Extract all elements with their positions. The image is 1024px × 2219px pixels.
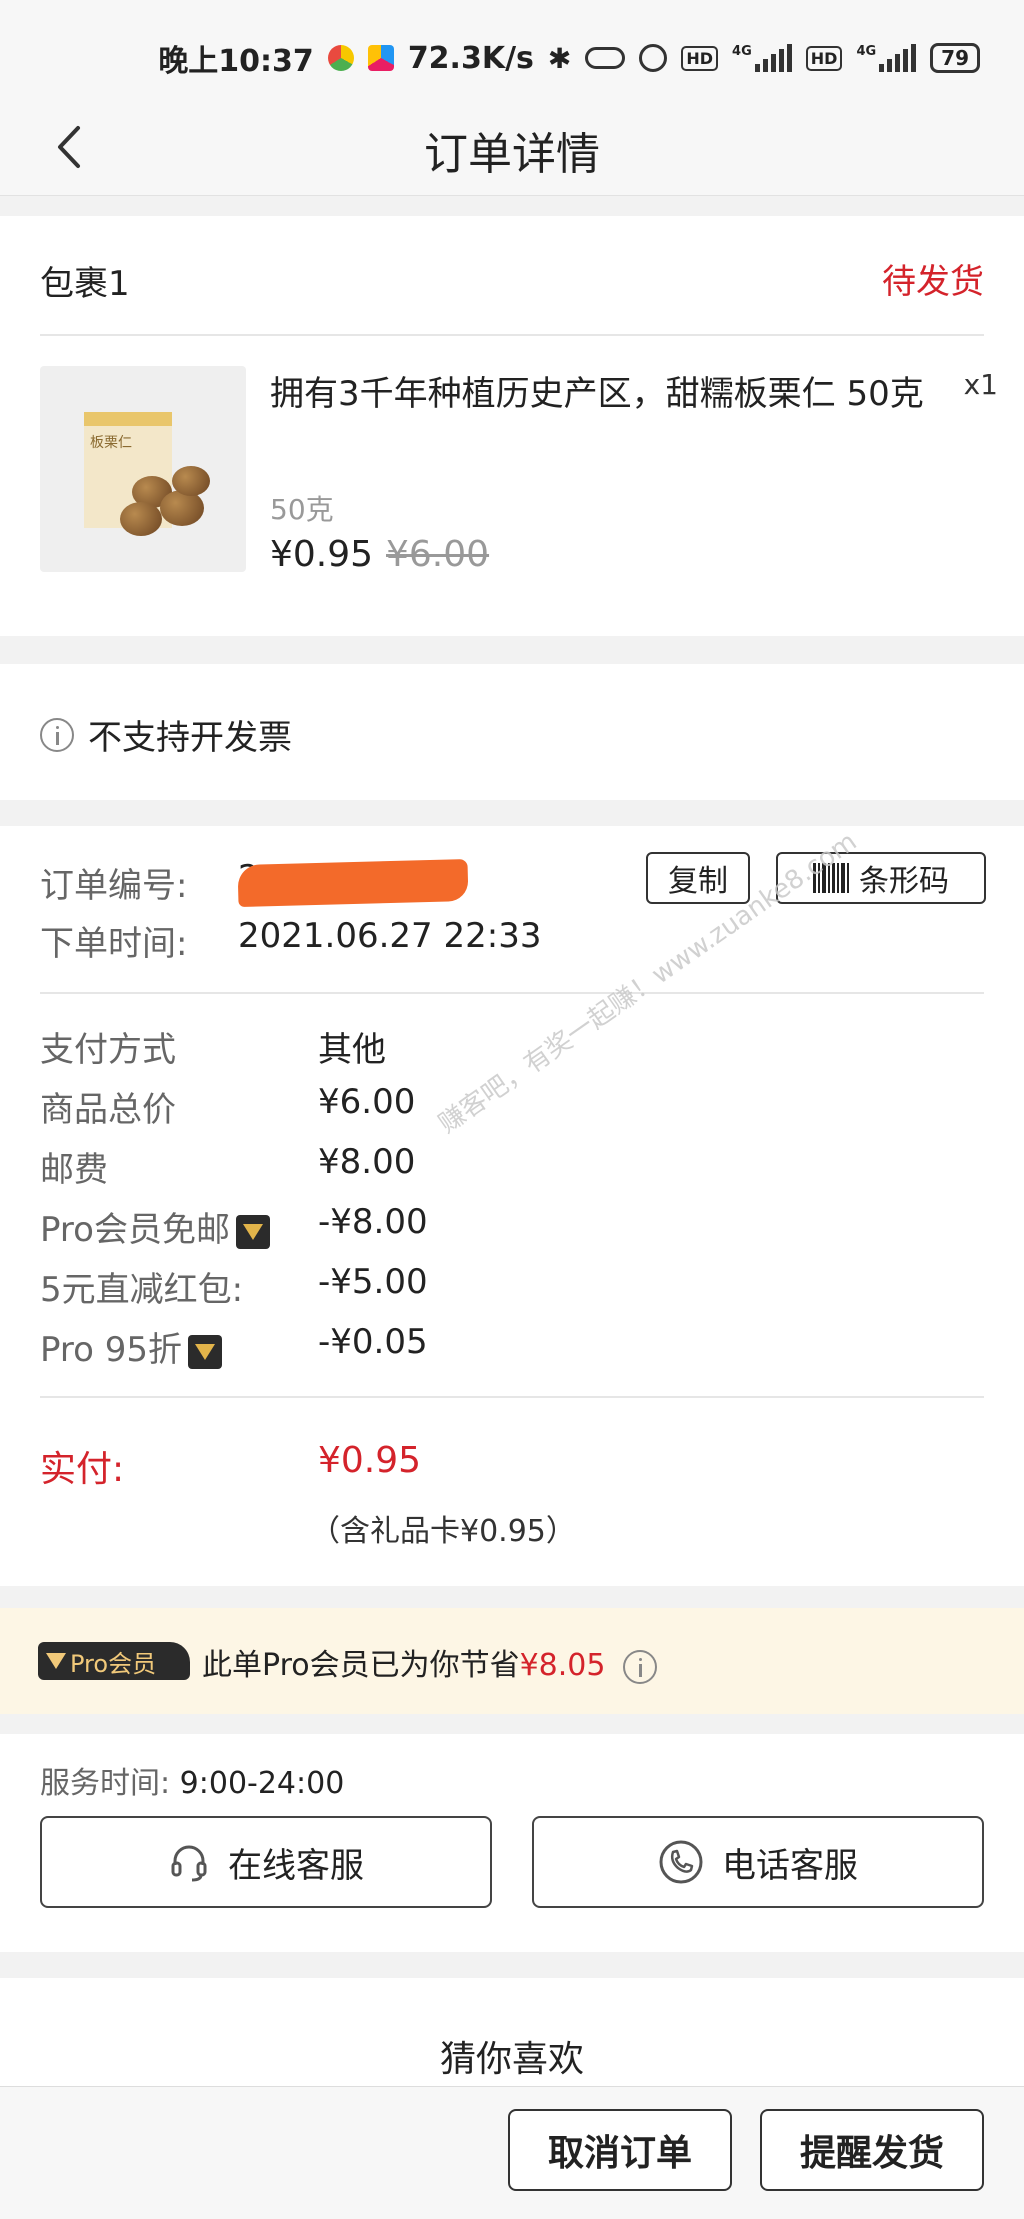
phone-service-label: 电话客服 [722, 1845, 858, 1886]
shipping-label: 邮费 [40, 1150, 108, 1190]
pro-logo-icon [46, 1653, 66, 1669]
pro-free-shipping-row: Pro会员免邮 [40, 1202, 270, 1251]
product-quantity: x1 [963, 368, 998, 401]
service-time-value: 9:00-24:00 [179, 1766, 345, 1801]
battery-saver-icon [585, 47, 626, 69]
app-notification-icon [327, 45, 354, 71]
headset-icon [171, 1845, 207, 1882]
pro-member-tag: Pro会员 [38, 1642, 190, 1680]
order-details-card: 订单编号: 2 复制 条形码 下单时间: 2021.06.27 22:33 支付… [0, 826, 1024, 1586]
order-time-value: 2021.06.27 22:33 [238, 916, 542, 956]
signal-icon-1: 4G [732, 44, 792, 72]
barcode-button-label: 条形码 [859, 864, 949, 899]
divider [40, 334, 984, 336]
pro-savings-text: 此单Pro会员已为你节省¥8.05 [202, 1640, 658, 1684]
status-net-speed: 72.3K/s [407, 40, 534, 76]
hd-icon-2: HD [805, 45, 843, 71]
pro-savings-amount: ¥8.05 [519, 1648, 606, 1683]
pro-free-shipping-label: Pro会员免邮 [40, 1210, 230, 1250]
goods-total-label: 商品总价 [40, 1090, 176, 1130]
info-icon[interactable] [623, 1649, 658, 1684]
payment-method-value: 其他 [318, 1030, 386, 1070]
pro-free-shipping-value: -¥8.00 [318, 1202, 428, 1242]
page-title: 订单详情 [424, 129, 600, 180]
service-time-label: 服务时间: [40, 1766, 171, 1801]
product-name[interactable]: 拥有3千年种植历史产区，甜糯板栗仁 50克 [270, 364, 950, 424]
redaction-mark [237, 858, 469, 908]
copy-button-label: 复制 [668, 864, 728, 899]
invoice-card: 不支持开发票 [0, 664, 1024, 800]
battery-icon: 79 [930, 43, 980, 73]
phone-icon [659, 1840, 703, 1884]
pro-discount-row: Pro 95折 [40, 1322, 223, 1371]
shipping-value: ¥8.00 [318, 1142, 416, 1182]
paid-note: （含礼品卡¥0.95） [310, 1514, 576, 1549]
pro-badge-icon [188, 1334, 223, 1369]
pro-savings-desc: 此单Pro会员已为你节省 [202, 1648, 520, 1683]
info-icon [40, 717, 74, 752]
chestnut-graphic [160, 490, 204, 526]
remind-shipping-button[interactable]: 提醒发货 [760, 2109, 984, 2191]
paid-value: ¥0.95 [318, 1440, 422, 1481]
payment-method-label: 支付方式 [40, 1030, 176, 1070]
net-type-1: 4G [732, 44, 752, 59]
alarm-icon [639, 44, 668, 72]
service-time: 服务时间: 9:00-24:00 [40, 1758, 344, 1802]
goods-total-value: ¥6.00 [318, 1082, 416, 1122]
status-time: 晚上10:37 [158, 44, 314, 79]
pro-discount-label: Pro 95折 [40, 1330, 183, 1370]
pro-discount-value: -¥0.05 [318, 1322, 428, 1362]
product-price: ¥0.95 [270, 534, 374, 575]
divider [40, 992, 984, 994]
phone-service-button[interactable]: 电话客服 [532, 1816, 984, 1908]
product-spec: 50克 [270, 493, 334, 526]
pro-tag-label: Pro会员 [70, 1649, 157, 1678]
package-status: 待发货 [882, 262, 984, 302]
app-notification-icon-2 [367, 45, 394, 71]
invoice-row: 不支持开发票 [40, 710, 292, 759]
cancel-order-button[interactable]: 取消订单 [508, 2109, 732, 2191]
product-original-price: ¥6.00 [386, 534, 490, 575]
chestnut-graphic [172, 466, 210, 496]
bluetooth-icon: ✱ [547, 41, 572, 75]
package-card: 包裹1 待发货 板栗仁 拥有3千年种植历史产区，甜糯板栗仁 50克 x1 50克… [0, 216, 1024, 636]
net-type-2: 4G [856, 44, 877, 59]
bottom-action-bar: 取消订单 提醒发货 [0, 2086, 1024, 2219]
red-packet-label: 5元直减红包: [40, 1270, 244, 1310]
hd-icon: HD [681, 45, 719, 71]
package-title: 包裹1 [40, 264, 130, 304]
chestnut-graphic [120, 502, 162, 536]
navigation-bar: 订单详情 [0, 100, 1024, 196]
order-no-label: 订单编号: [40, 866, 188, 906]
online-service-button[interactable]: 在线客服 [40, 1816, 492, 1908]
order-time-label: 下单时间: [40, 924, 188, 964]
red-packet-value: -¥5.00 [318, 1262, 428, 1302]
product-box-label: 板栗仁 [90, 435, 132, 451]
remind-shipping-label: 提醒发货 [799, 2133, 944, 2174]
status-row: 晚上10:37 72.3K/s ✱ HD 4G HD 4G 79 [158, 36, 980, 80]
product-image[interactable]: 板栗仁 [40, 366, 246, 572]
paid-label: 实付: [40, 1449, 125, 1490]
invoice-text: 不支持开发票 [88, 718, 292, 758]
signal-icon-2: 4G [856, 44, 917, 72]
pro-savings-banner: Pro会员 此单Pro会员已为你节省¥8.05 [0, 1608, 1024, 1714]
pro-badge-icon [235, 1214, 270, 1249]
recommend-title: 猜你喜欢 [439, 2039, 584, 2080]
divider [40, 1396, 984, 1398]
cancel-order-label: 取消订单 [547, 2133, 692, 2174]
online-service-label: 在线客服 [228, 1845, 364, 1886]
